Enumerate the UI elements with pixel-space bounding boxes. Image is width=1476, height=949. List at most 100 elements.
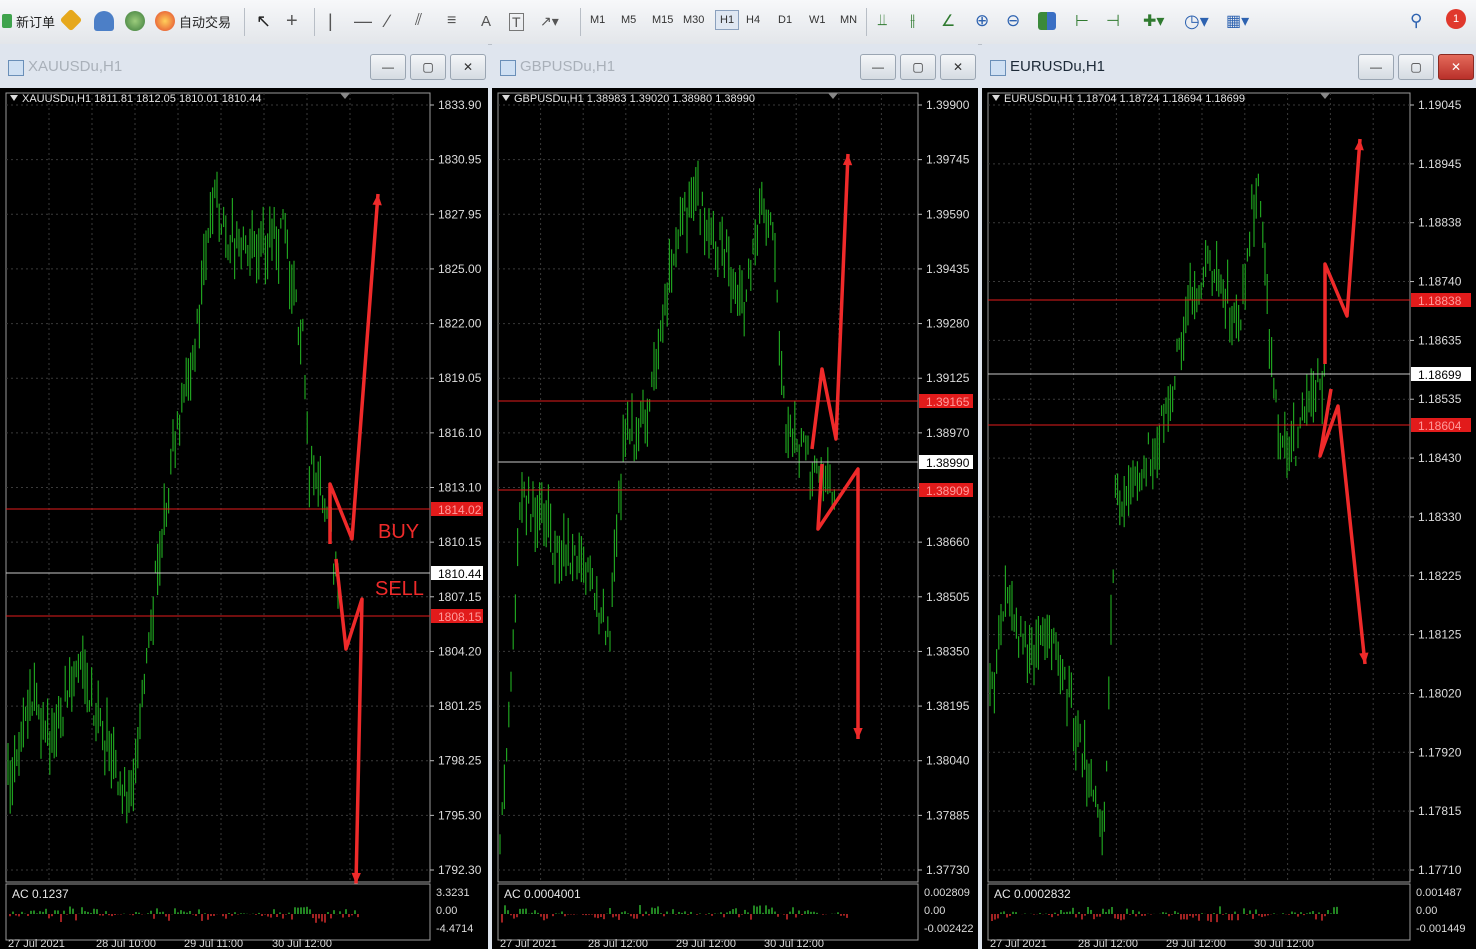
- chart-shift-icon[interactable]: ⊣: [1106, 6, 1120, 36]
- price-tick-label: 1.18838: [1418, 216, 1462, 230]
- price-tick-label: 1798.25: [438, 754, 482, 768]
- autoscroll-icon[interactable]: ⊢: [1075, 6, 1089, 36]
- arrows-dropdown-icon[interactable]: ↗▾: [540, 6, 559, 36]
- timeframe-h4-button[interactable]: H4: [746, 14, 760, 26]
- chart-canvas[interactable]: 1.19045 1.18945 1.18838 1.18740 1.18635 1.185…: [982, 88, 1476, 949]
- price-tick-label: 1813.10: [438, 481, 482, 495]
- close-window-button[interactable]: ✕: [450, 54, 486, 80]
- price-tick-label: 1819.05: [438, 371, 482, 385]
- navigator-icon[interactable]: [94, 11, 114, 31]
- market-watch-icon[interactable]: [59, 8, 83, 32]
- toolbar-separator: [314, 8, 315, 36]
- crosshair-icon[interactable]: +: [286, 6, 298, 36]
- date-axis-label: 28 Jul 12:00: [588, 938, 648, 949]
- candles: [989, 173, 1325, 856]
- chart-window-gbp[interactable]: GBPUSDu,H1 — ▢ ✕ 1.39900 1.39745 1.39590 1.3943…: [492, 44, 978, 949]
- search-icon[interactable]: ⚲: [1410, 6, 1422, 36]
- window-title: EURUSDu,H1: [1010, 58, 1106, 75]
- tile-windows-icon[interactable]: [1038, 12, 1056, 30]
- arrow-annotations: [1318, 138, 1369, 665]
- timeframe-h1-button[interactable]: H1: [715, 10, 740, 30]
- arrow-head: [853, 727, 863, 739]
- text-label-icon[interactable]: T: [509, 13, 524, 31]
- timeframe-m30-button[interactable]: M30: [683, 14, 704, 26]
- grid: [498, 93, 918, 882]
- timeframe-m5-button[interactable]: M5: [621, 14, 636, 26]
- bar-chart-icon[interactable]: ⫫: [878, 6, 887, 36]
- window-titlebar[interactable]: EURUSDu,H1 — ▢ ✕: [982, 44, 1476, 88]
- window-titlebar[interactable]: GBPUSDu,H1 — ▢ ✕: [492, 44, 978, 88]
- dropdown-triangle-icon[interactable]: [502, 95, 510, 101]
- price-tick-label: 1.18330: [1418, 510, 1462, 524]
- indicators-dropdown-icon[interactable]: ✚▾: [1143, 6, 1164, 36]
- price-tick-label: 1.18125: [1418, 628, 1462, 642]
- chart-window-eur[interactable]: EURUSDu,H1 — ▢ ✕ 1.19045 1.18945 1.18838 1.1874…: [982, 44, 1476, 949]
- line-chart-icon[interactable]: ∠: [941, 6, 955, 36]
- maximize-window-button[interactable]: ▢: [1398, 54, 1434, 80]
- price-tick-label: 1807.15: [438, 590, 482, 604]
- fibonacci-icon[interactable]: ≡: [447, 6, 456, 36]
- indicator-tick-label: 3.3231: [436, 887, 470, 899]
- timeframe-mn-button[interactable]: MN: [840, 14, 857, 26]
- window-title: XAUUSDu,H1: [28, 58, 123, 75]
- price-tick-label: 1.17710: [1418, 863, 1462, 877]
- auto-trading-label: 自动交易: [179, 14, 232, 30]
- chart-window-xau[interactable]: XAUUSDu,H1 — ▢ ✕ 1833.90 1830.95 1827.95 1825.0…: [0, 44, 488, 949]
- window-title: GBPUSDu,H1: [520, 58, 616, 75]
- timeframe-m1-button[interactable]: M1: [590, 14, 605, 26]
- price-tick-label: 1.18430: [1418, 451, 1462, 465]
- cursor-icon[interactable]: ↖: [256, 6, 271, 36]
- price-marker-label: 1.38909: [926, 484, 970, 498]
- arrow-line: [334, 558, 364, 885]
- terminal-icon[interactable]: [125, 11, 145, 31]
- arrow-line: [810, 153, 850, 450]
- arrow-line: [816, 463, 860, 739]
- new-order-button[interactable]: 新订单: [2, 6, 55, 36]
- text-icon[interactable]: A: [481, 6, 491, 36]
- notification-badge[interactable]: 1: [1446, 9, 1466, 29]
- dropdown-triangle-icon[interactable]: [992, 95, 1000, 101]
- indicator-tick-label: 0.00: [1416, 905, 1437, 917]
- price-tick-label: 1792.30: [438, 863, 482, 877]
- auto-trading-button[interactable]: 自动交易: [155, 6, 231, 36]
- periods-dropdown-icon[interactable]: ◷▾: [1184, 6, 1209, 36]
- chart-header-ohlc: GBPUSDu,H1 1.38983 1.39020 1.38980 1.389…: [514, 93, 755, 105]
- maximize-window-button[interactable]: ▢: [900, 54, 936, 80]
- zoom-in-icon[interactable]: ⊕: [975, 6, 989, 36]
- horizontal-line-icon[interactable]: —: [354, 6, 372, 36]
- date-axis-label: 27 Jul 2021: [8, 938, 65, 949]
- price-tick-label: 1810.15: [438, 535, 482, 549]
- maximize-window-button[interactable]: ▢: [410, 54, 446, 80]
- templates-dropdown-icon[interactable]: ▦▾: [1226, 6, 1249, 36]
- chart-canvas[interactable]: 1833.90 1830.95 1827.95 1825.00 1822.00 1819.…: [0, 88, 488, 949]
- channel-icon[interactable]: ⫽: [415, 6, 422, 36]
- timeframe-d1-button[interactable]: D1: [778, 14, 792, 26]
- date-axis-label: 30 Jul 12:00: [1254, 938, 1314, 949]
- price-tick-label: 1.17815: [1418, 804, 1462, 818]
- close-window-button[interactable]: ✕: [940, 54, 976, 80]
- trendline-icon[interactable]: ∕: [386, 6, 389, 36]
- chart-canvas[interactable]: 1.39900 1.39745 1.39590 1.39435 1.39280 1.391…: [492, 88, 978, 949]
- date-axis-label: 29 Jul 12:00: [1166, 938, 1226, 949]
- close-window-button[interactable]: ✕: [1438, 54, 1474, 80]
- price-marker-label: 1.18838: [1418, 294, 1462, 308]
- minimize-window-button[interactable]: —: [1358, 54, 1394, 80]
- chart-header-ohlc: XAUUSDu,H1 1811.81 1812.05 1810.01 1810.…: [22, 93, 262, 105]
- price-tick-label: 1822.00: [438, 317, 482, 331]
- window-titlebar[interactable]: XAUUSDu,H1 — ▢ ✕: [0, 44, 488, 88]
- zoom-out-icon[interactable]: ⊖: [1006, 6, 1020, 36]
- dropdown-triangle-icon[interactable]: [10, 95, 18, 101]
- price-tick-label: 1.38970: [926, 426, 970, 440]
- date-axis-label: 29 Jul 11:00: [184, 938, 243, 949]
- timeframe-m15-button[interactable]: M15: [652, 14, 673, 26]
- price-tick-label: 1827.95: [438, 207, 482, 221]
- candlestick-icon[interactable]: ⫲: [910, 6, 915, 36]
- price-tick-label: 1.38195: [926, 699, 970, 713]
- vertical-line-icon[interactable]: |: [328, 6, 333, 36]
- price-tick-label: 1.39590: [926, 207, 970, 221]
- toolbar-separator: [580, 8, 581, 36]
- timeframe-w1-button[interactable]: W1: [809, 14, 826, 26]
- date-axis-label: 30 Jul 12:00: [272, 938, 332, 949]
- minimize-window-button[interactable]: —: [860, 54, 896, 80]
- minimize-window-button[interactable]: —: [370, 54, 406, 80]
